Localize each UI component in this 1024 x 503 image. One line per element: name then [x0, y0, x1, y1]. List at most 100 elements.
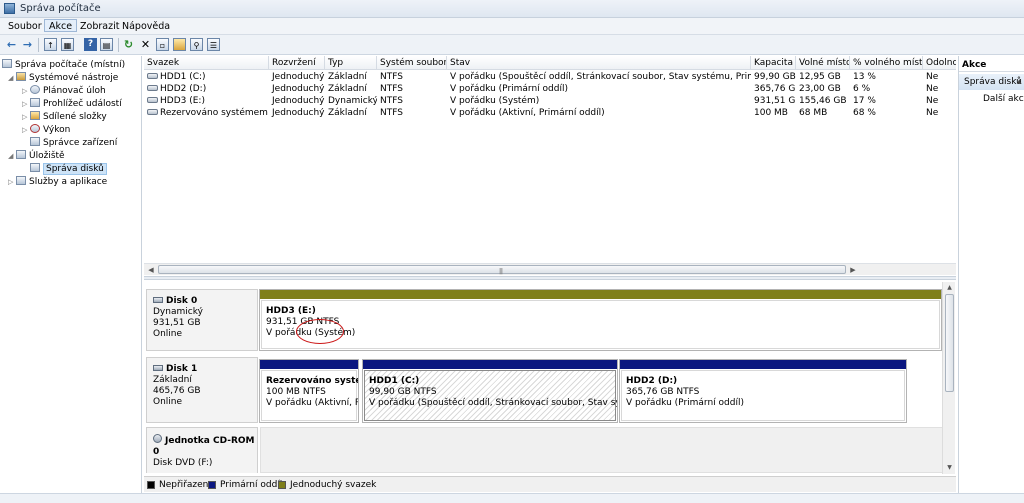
show-hide-tree-icon[interactable]: ▦: [61, 38, 74, 51]
shared-folder-icon: [30, 111, 40, 120]
disk-1-label[interactable]: Disk 1 Základní 465,76 GB Online: [146, 357, 258, 423]
open-folder-icon[interactable]: [173, 38, 186, 51]
simple-volume-bar: [260, 290, 941, 299]
column-header-percent-free[interactable]: % volného místa: [850, 56, 923, 70]
collapse-arrow-icon[interactable]: ▲: [1017, 78, 1022, 85]
cell-capacity: 99,90 GB: [754, 72, 796, 82]
table-row[interactable]: HDD1 (C:) Jednoduchý Základní NTFS V pořádku…: [144, 71, 956, 83]
collapse-arrow-icon[interactable]: ◢: [8, 72, 16, 84]
table-row[interactable]: HDD3 (E:) Jednoduchý Dynamický NTFS V pořádk…: [144, 95, 956, 107]
expand-arrow-icon[interactable]: ▷: [22, 111, 30, 123]
disk-0-label[interactable]: Disk 0 Dynamický 931,51 GB Online: [146, 289, 258, 351]
cell-volume: HDD1 (C:): [144, 71, 269, 83]
forward-arrow-icon[interactable]: →: [21, 38, 34, 51]
horizontal-scrollbar[interactable]: ◀ ||| ▶: [144, 263, 956, 275]
console-icon[interactable]: ▤: [100, 38, 113, 51]
disk-graphical-view: Disk 0 Dynamický 931,51 GB Online HDD3 (…: [144, 281, 956, 474]
scroll-down-icon[interactable]: ▼: [944, 463, 955, 473]
tree-item-event-viewer[interactable]: ▷ Prohlížeč událostí: [22, 98, 122, 110]
table-row[interactable]: HDD2 (D:) Jednoduchý Základní NTFS V pořádku…: [144, 83, 956, 95]
partition-hdd2-name: HDD2 (D:): [626, 376, 678, 386]
cdrom-type: Disk DVD (F:): [153, 458, 213, 468]
scroll-right-icon[interactable]: ▶: [848, 265, 858, 275]
column-header-capacity[interactable]: Kapacita: [751, 56, 796, 70]
up-folder-icon[interactable]: ↑: [44, 38, 57, 51]
more-actions-link[interactable]: Další akce: [983, 94, 1024, 104]
menu-soubor[interactable]: Soubor: [4, 20, 46, 33]
column-header-volume[interactable]: Svazek: [144, 56, 269, 70]
volume-icon: [147, 85, 158, 91]
properties-icon[interactable]: ▫: [156, 38, 169, 51]
disk-1-type: Základní: [153, 375, 192, 385]
actions-section-disk-management[interactable]: Správa disků: [959, 74, 1024, 90]
cell-type: Základní: [328, 72, 367, 82]
menu-akce[interactable]: Akce: [44, 19, 78, 32]
column-header-layout[interactable]: Rozvržení: [269, 56, 325, 70]
cell-volume: HDD3 (E:): [144, 95, 269, 107]
tree-item-device-manager[interactable]: Správce zařízení: [30, 137, 117, 149]
cell-status: V pořádku (Primární oddíl): [450, 84, 568, 94]
vertical-scrollbar[interactable]: ▲ ▼: [942, 282, 955, 474]
expand-arrow-icon[interactable]: ▷: [22, 85, 30, 97]
tree-item-shared-folders[interactable]: ▷ Sdílené složky: [22, 111, 107, 123]
column-header-file-system[interactable]: Systém souborů: [377, 56, 447, 70]
tree-item-performance[interactable]: ▷ Výkon: [22, 124, 70, 136]
search-icon[interactable]: ⚲: [190, 38, 203, 51]
cell-capacity: 365,76 GB: [754, 84, 796, 94]
partition-system-reserved-info: 100 MB NTFS: [266, 387, 326, 397]
volume-list: Svazek Rozvržení Typ Systém souborů Stav…: [144, 56, 956, 263]
scrollbar-thumb[interactable]: [945, 294, 954, 392]
scroll-up-icon[interactable]: ▲: [944, 283, 955, 293]
column-header-free-space[interactable]: Volné místo: [796, 56, 850, 70]
partition-hdd1-info: 99,90 GB NTFS: [369, 387, 437, 397]
refresh-icon[interactable]: ↻: [122, 38, 135, 51]
device-manager-icon: [30, 137, 40, 146]
cell-type: Základní: [328, 108, 367, 118]
expand-arrow-icon[interactable]: ▷: [8, 176, 16, 188]
column-header-type[interactable]: Typ: [325, 56, 377, 70]
expand-arrow-icon[interactable]: ▷: [22, 98, 30, 110]
computer-icon: [2, 59, 12, 68]
tree-item-services-applications[interactable]: ▷ Služby a aplikace: [8, 176, 107, 188]
tree-item-disk-management[interactable]: Správa disků: [30, 163, 107, 175]
menu-napoveda[interactable]: Nápověda: [118, 20, 174, 33]
tree-item-task-scheduler[interactable]: ▷ Plánovač úloh: [22, 85, 106, 97]
scrollbar-thumb[interactable]: |||: [158, 265, 846, 275]
cell-fault-tolerance: Ne: [926, 108, 939, 118]
partition-hdd1[interactable]: HDD1 (C:) 99,90 GB NTFS V pořádku (Spouš…: [362, 359, 618, 423]
collapse-arrow-icon[interactable]: ◢: [8, 150, 16, 162]
tree-item-system-tools[interactable]: ◢ Systémové nástroje: [8, 72, 118, 84]
pane-splitter[interactable]: [144, 276, 956, 280]
tree-item-computer-management[interactable]: Správa počítače (místní): [2, 59, 125, 71]
partition-hdd3[interactable]: HDD3 (E:) 931,51 GB NTFS V pořádku (Syst…: [259, 289, 942, 351]
partition-system-reserved[interactable]: Rezervováno systémem 100 MB NTFS V pořád…: [259, 359, 359, 423]
legend-swatch-primary: [208, 481, 216, 489]
back-arrow-icon[interactable]: ←: [5, 38, 18, 51]
partition-hdd2[interactable]: HDD2 (D:) 365,76 GB NTFS V pořádku (Prim…: [619, 359, 907, 423]
menu-zobrazit[interactable]: Zobrazit: [76, 20, 123, 33]
partition-hdd2-info: 365,76 GB NTFS: [626, 387, 700, 397]
column-header-status[interactable]: Stav: [447, 56, 751, 70]
cdrom-0-label[interactable]: Jednotka CD-ROM 0 Disk DVD (F:) Žádné mé…: [146, 427, 258, 473]
title-bar: Správa počítače: [0, 0, 1024, 18]
column-header-fault-tolerance[interactable]: Odolnost: [923, 56, 956, 70]
scroll-left-icon[interactable]: ◀: [146, 265, 156, 275]
tree-item-storage[interactable]: ◢ Úložiště: [8, 150, 65, 162]
cell-status: V pořádku (Spouštěcí oddíl, Stránkovací …: [450, 72, 751, 82]
delete-icon[interactable]: ✕: [139, 38, 152, 51]
cell-type: Dynamický: [328, 96, 377, 106]
table-row[interactable]: Rezervováno systémem (H:)JednoduchýZákla…: [144, 107, 956, 119]
services-icon: [16, 176, 26, 185]
export-list-icon[interactable]: ☰: [207, 38, 220, 51]
legend: Nepřiřazeno Primární oddíl Jednoduchý sv…: [144, 476, 956, 492]
navigation-tree: Správa počítače (místní) ◢ Systémové nást…: [0, 56, 142, 493]
partition-hdd3-body: HDD3 (E:) 931,51 GB NTFS V pořádku (Syst…: [261, 300, 940, 349]
partition-hdd3-name: HDD3 (E:): [266, 306, 316, 316]
help-icon[interactable]: ?: [84, 38, 97, 51]
cdrom-empty-area: [260, 427, 944, 473]
window-title: Správa počítače: [20, 3, 101, 14]
cell-status: V pořádku (Aktivní, Primární oddíl): [450, 108, 605, 118]
partition-hdd1-body: HDD1 (C:) 99,90 GB NTFS V pořádku (Spouš…: [364, 370, 617, 421]
expand-arrow-icon[interactable]: ▷: [22, 124, 30, 136]
scrollbar-grip-icon: |||: [499, 268, 503, 275]
